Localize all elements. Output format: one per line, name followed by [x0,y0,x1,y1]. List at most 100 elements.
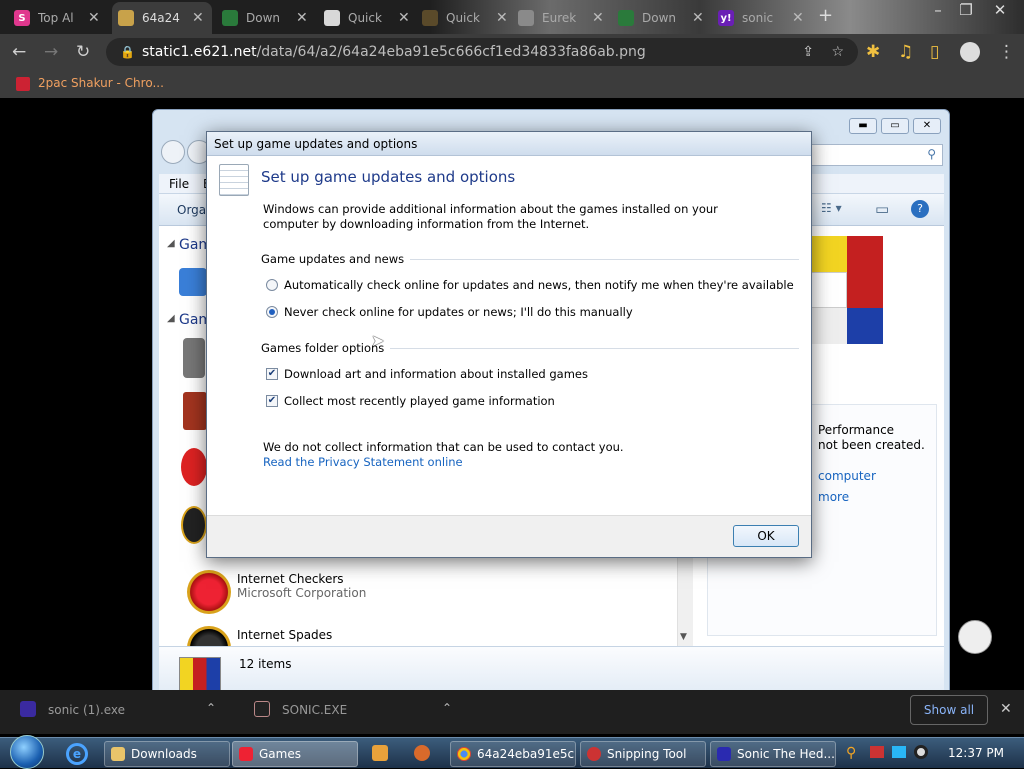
tab-close-icon[interactable]: ✕ [88,10,100,26]
media-icon[interactable]: ♫ [898,42,913,62]
tab-close-icon[interactable]: ✕ [592,10,604,26]
radio-never[interactable] [266,306,278,318]
media-player-icon[interactable] [372,745,388,761]
taskbar-chrome[interactable]: 64a24eba91e5c... [450,741,576,767]
tab-title: Quick [446,11,480,25]
search-icon: ⚲ [927,147,936,161]
tab-close-icon[interactable]: ✕ [496,10,508,26]
browser-tab[interactable]: Quick ✕ [416,2,516,34]
ok-button[interactable]: OK [733,525,799,547]
search-box[interactable]: ⚲ [809,144,943,166]
chevron-up-icon[interactable]: ⌃ [206,701,216,715]
forward-icon[interactable]: → [44,42,58,62]
radio-never-option[interactable]: Never check online for updates or news; … [266,305,633,319]
browser-tab[interactable]: Eurek ✕ [512,2,612,34]
chevron-up-icon[interactable]: ⌃ [442,701,452,715]
check-art[interactable]: ✔ [266,368,278,380]
tray-volume-icon[interactable] [914,745,928,759]
sidepanel-icon[interactable]: ▯ [930,42,939,62]
radio-never-label[interactable]: Never check online for updates or news; … [284,305,633,319]
mouse-cursor-icon: ➤ [371,331,385,350]
tray-search-icon[interactable]: ⚲ [846,745,856,761]
check-recent-label[interactable]: Collect most recently played game inform… [284,394,555,408]
profile-avatar[interactable] [960,42,980,62]
start-orb-icon[interactable] [10,735,44,769]
minimize-icon[interactable]: ▬ [849,118,877,134]
tab-title: sonic [742,11,774,25]
download-item-2[interactable]: SONIC.EXE [282,703,347,717]
close-icon[interactable]: ✕ [913,118,941,134]
browser-tab[interactable]: S Top Al ✕ [8,2,108,34]
organize-button[interactable]: Orga [177,203,206,217]
scroll-down-icon[interactable]: ▼ [680,632,687,642]
tray-flag-icon[interactable] [870,746,884,758]
preview-pane-icon[interactable]: ▭ [875,200,889,218]
games-icon [239,747,253,761]
backgammon-icon [181,506,207,544]
floating-action-icon[interactable] [958,620,992,654]
taskbar-downloads[interactable]: Downloads [104,741,230,767]
radio-auto-option[interactable]: Automatically check online for updates a… [266,278,794,292]
reload-icon[interactable]: ↻ [76,42,90,62]
tab-close-icon[interactable]: ✕ [296,10,308,26]
browser-tab[interactable]: 64a24 ✕ [112,2,212,34]
chess-icon [183,338,205,378]
computer-link[interactable]: computer [818,469,876,483]
download-item-1[interactable]: sonic (1).exe [48,703,125,717]
window-buttons: ▬ ▭ ✕ [849,118,941,134]
show-all-button[interactable]: Show all [910,695,988,725]
taskbar-snipping[interactable]: Snipping Tool [580,741,706,767]
cards-icon [183,392,207,430]
browser-tab[interactable]: y! sonic ✕ [712,2,812,34]
clock[interactable]: 12:37 PM [948,746,1004,760]
maximize-icon[interactable]: ▭ [881,118,909,134]
extensions-icon[interactable]: ✱ [866,42,880,62]
help-icon[interactable]: ? [911,200,929,218]
expand-icon[interactable]: ◢ [167,238,175,249]
list-item[interactable]: Internet Checkers Microsoft Corporation [187,570,366,614]
share-icon[interactable]: ⇪ [802,38,814,66]
back-icon[interactable] [161,140,185,164]
radio-auto[interactable] [266,279,278,291]
browser-tab[interactable]: Down ✕ [216,2,316,34]
restore-icon[interactable]: ❐ [948,0,984,20]
close-icon[interactable]: ✕ [982,0,1018,20]
game-publisher: Microsoft Corporation [237,586,367,600]
close-icon[interactable]: ✕ [1000,701,1012,717]
more-link[interactable]: more [818,490,849,504]
check-art-option[interactable]: ✔ Download art and information about ins… [266,367,588,381]
taskbar-games[interactable]: Games [232,741,358,767]
new-tab-button[interactable]: + [818,5,833,26]
dialog-heading: Set up game updates and options [261,168,516,186]
dialog-titlebar: Set up game updates and options [207,132,811,156]
view-icon[interactable]: ☷ ▾ [821,201,842,215]
sonic-file-icon [254,701,270,717]
taskbar-sonic[interactable]: Sonic The Hed... [710,741,836,767]
menu-file[interactable]: File [169,177,189,191]
bookmark-item[interactable]: 2pac Shakur - Chro... [38,76,164,90]
menu-icon[interactable]: ⋮ [998,42,1015,62]
check-recent[interactable]: ✔ [266,395,278,407]
browser-tab[interactable]: Quick ✕ [318,2,418,34]
section-updates: Game updates and news [261,252,799,266]
browser-toolbar: ← → ↻ 🔒 static1.e621.net/data/64/a2/64a2… [0,34,1024,70]
tab-close-icon[interactable]: ✕ [192,10,204,26]
tab-title: Eurek [542,11,577,25]
ie-icon[interactable]: e [66,743,88,765]
radio-auto-label[interactable]: Automatically check online for updates a… [284,278,794,292]
tab-close-icon[interactable]: ✕ [692,10,704,26]
settings-notepad-icon [219,164,249,196]
browser-tab[interactable]: Down ✕ [612,2,712,34]
back-forward-buttons[interactable] [161,140,211,166]
privacy-link[interactable]: Read the Privacy Statement online [263,455,463,469]
tab-close-icon[interactable]: ✕ [398,10,410,26]
tray-network-icon[interactable] [892,746,906,758]
address-bar[interactable]: 🔒 static1.e621.net/data/64/a2/64a24eba91… [106,38,858,66]
tab-close-icon[interactable]: ✕ [792,10,804,26]
back-icon[interactable]: ← [12,42,26,62]
check-art-label[interactable]: Download art and information about insta… [284,367,588,381]
expand-icon[interactable]: ◢ [167,313,175,324]
check-recent-option[interactable]: ✔ Collect most recently played game info… [266,394,555,408]
bookmark-star-icon[interactable]: ☆ [831,38,844,66]
paint-icon[interactable] [414,745,430,761]
